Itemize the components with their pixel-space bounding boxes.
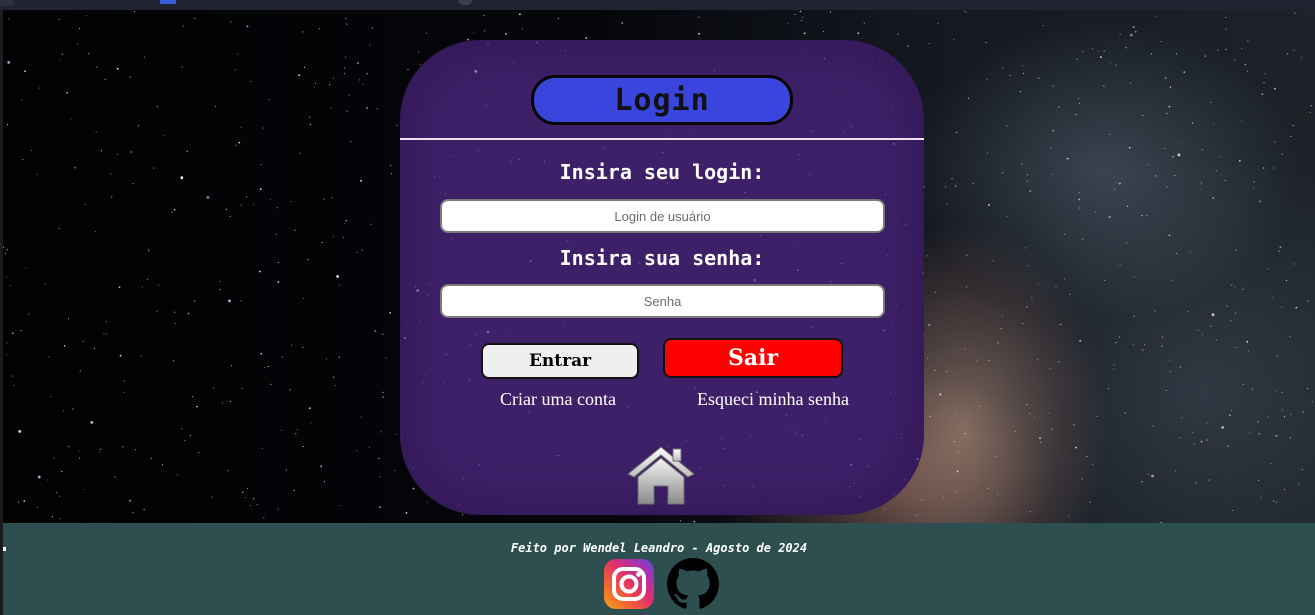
login-title: Login bbox=[531, 75, 793, 125]
instagram-icon[interactable] bbox=[604, 559, 654, 609]
footer-credit: Feito por Wendel Leandro - Agosto de 202… bbox=[510, 541, 808, 555]
password-label: Insira sua senha: bbox=[559, 246, 765, 270]
enter-button[interactable]: Entrar bbox=[481, 343, 639, 379]
exit-button[interactable]: Sair bbox=[663, 338, 843, 378]
browser-top-bar bbox=[0, 0, 1315, 10]
github-icon[interactable] bbox=[667, 558, 719, 610]
footer: Feito por Wendel Leandro - Agosto de 202… bbox=[3, 523, 1315, 615]
title-divider bbox=[400, 138, 924, 140]
username-label: Insira seu login: bbox=[559, 160, 765, 184]
starry-background: Login Insira seu login: Insira sua senha… bbox=[3, 10, 1315, 523]
forgot-password-link[interactable]: Esqueci minha senha bbox=[697, 389, 849, 410]
username-input[interactable] bbox=[440, 199, 885, 233]
login-card: Login Insira seu login: Insira sua senha… bbox=[400, 40, 924, 515]
home-icon[interactable] bbox=[626, 444, 696, 506]
browser-tab-indicator bbox=[458, 0, 472, 5]
create-account-link[interactable]: Criar uma conta bbox=[500, 389, 616, 410]
browser-tab-edge bbox=[0, 0, 14, 6]
password-input[interactable] bbox=[440, 284, 885, 318]
browser-tab-accent bbox=[160, 0, 176, 4]
